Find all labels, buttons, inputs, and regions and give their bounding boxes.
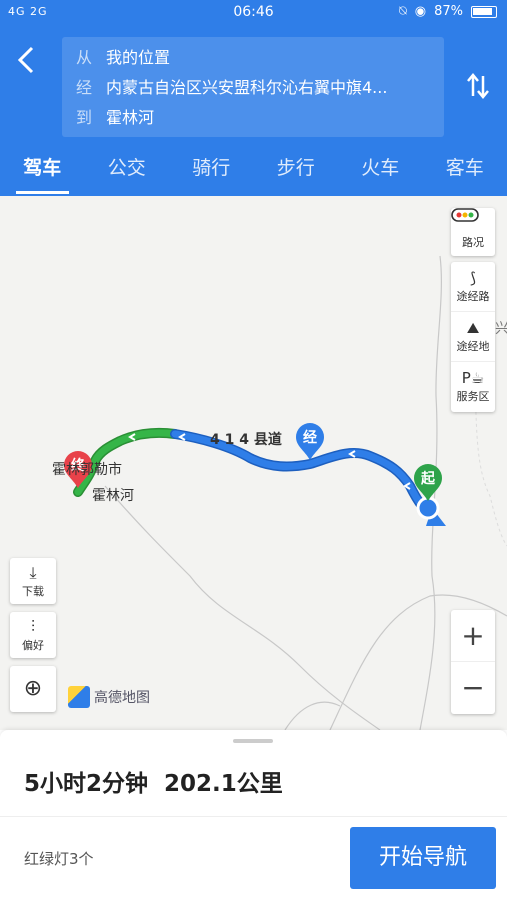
tab-train[interactable]: 火车 bbox=[338, 146, 423, 196]
traffic-button[interactable]: 路况 bbox=[451, 208, 495, 256]
amap-logo-icon bbox=[68, 686, 90, 708]
drag-handle[interactable] bbox=[233, 739, 273, 743]
swap-icon bbox=[467, 73, 489, 99]
waypoint-place-icon: ⛰ bbox=[466, 319, 480, 337]
start-marker[interactable]: 起 bbox=[412, 463, 444, 503]
tab-bike[interactable]: 骑行 bbox=[169, 146, 254, 196]
download-icon: ⤓ bbox=[29, 563, 37, 582]
route-summary-sheet: 5小时2分钟 202.1公里 红绿灯3个 开始导航 bbox=[0, 730, 507, 900]
back-button[interactable] bbox=[12, 42, 42, 78]
location-icon: ◉ bbox=[414, 4, 427, 19]
sliders-icon: ⫶ bbox=[30, 617, 35, 636]
waypoint-panel: ⟆ 途经路 ⛰ 途经地 P☕ 服务区 bbox=[451, 262, 495, 412]
to-field[interactable]: 到霍林河 bbox=[76, 103, 428, 133]
back-arrow-icon bbox=[17, 46, 34, 74]
edge-place-label: 兴 bbox=[495, 321, 507, 337]
route-summary: 5小时2分钟 202.1公里 bbox=[24, 764, 283, 798]
tab-bus[interactable]: 公交 bbox=[85, 146, 170, 196]
zoom-in-button[interactable]: + bbox=[451, 610, 495, 662]
service-area-button[interactable]: P☕ 服务区 bbox=[451, 362, 495, 412]
traffic-panel: 路况 bbox=[451, 208, 495, 256]
via-marker[interactable]: 经 bbox=[294, 422, 326, 462]
traffic-light-count: 红绿灯3个 bbox=[24, 850, 94, 868]
map-view[interactable]: 4 1 4 县道 经 起 终 霍林郭勒市 霍林河 兴 路况 ⟆ 途经路 ⛰ 途经… bbox=[0, 196, 507, 730]
waypoint-place-button[interactable]: ⛰ 途经地 bbox=[451, 312, 495, 362]
locate-button[interactable]: ⊕ bbox=[10, 666, 56, 712]
swap-route-button[interactable] bbox=[463, 66, 493, 106]
service-area-icon: P☕ bbox=[461, 369, 485, 387]
start-navigation-button[interactable]: 开始导航 bbox=[350, 827, 496, 889]
zoom-out-button[interactable]: − bbox=[451, 662, 495, 714]
route-inputs: 从我的位置 经内蒙古自治区兴安盟科尔沁右翼中旗4... 到霍林河 bbox=[62, 37, 444, 137]
waypoint-road-button[interactable]: ⟆ 途经路 bbox=[451, 262, 495, 312]
traffic-icon bbox=[451, 208, 495, 234]
tab-drive[interactable]: 驾车 bbox=[0, 146, 85, 196]
duration: 5小时2分钟 bbox=[24, 771, 149, 797]
crosshair-icon: ⊕ bbox=[23, 676, 43, 701]
waypoint-road-icon: ⟆ bbox=[470, 269, 476, 287]
battery-icon bbox=[471, 5, 497, 18]
divider bbox=[0, 816, 507, 817]
destination-label: 霍林河 bbox=[92, 488, 134, 504]
from-field[interactable]: 从我的位置 bbox=[76, 43, 428, 73]
route-header: 从我的位置 经内蒙古自治区兴安盟科尔沁右翼中旗4... 到霍林河 bbox=[0, 26, 507, 146]
mute-icon: ⍉ bbox=[398, 4, 407, 19]
zoom-control: + − bbox=[451, 610, 495, 714]
tab-coach[interactable]: 客车 bbox=[423, 146, 507, 196]
status-bar: 4G 2G 06:46 ⍉ ◉ 87% bbox=[0, 0, 507, 26]
city-label: 霍林郭勒市 bbox=[52, 462, 122, 478]
via-field[interactable]: 经内蒙古自治区兴安盟科尔沁右翼中旗4... bbox=[76, 73, 428, 103]
transport-mode-tabs: 驾车 公交 骑行 步行 火车 客车 bbox=[0, 146, 507, 196]
road-name-label: 4 1 4 县道 bbox=[210, 432, 282, 448]
preference-button[interactable]: ⫶ 偏好 bbox=[10, 612, 56, 658]
map-logo: 高德地图 bbox=[68, 686, 150, 708]
download-button[interactable]: ⤓ 下载 bbox=[10, 558, 56, 604]
tab-walk[interactable]: 步行 bbox=[254, 146, 339, 196]
distance: 202.1公里 bbox=[164, 771, 283, 797]
battery-percent: 87% bbox=[434, 4, 463, 19]
